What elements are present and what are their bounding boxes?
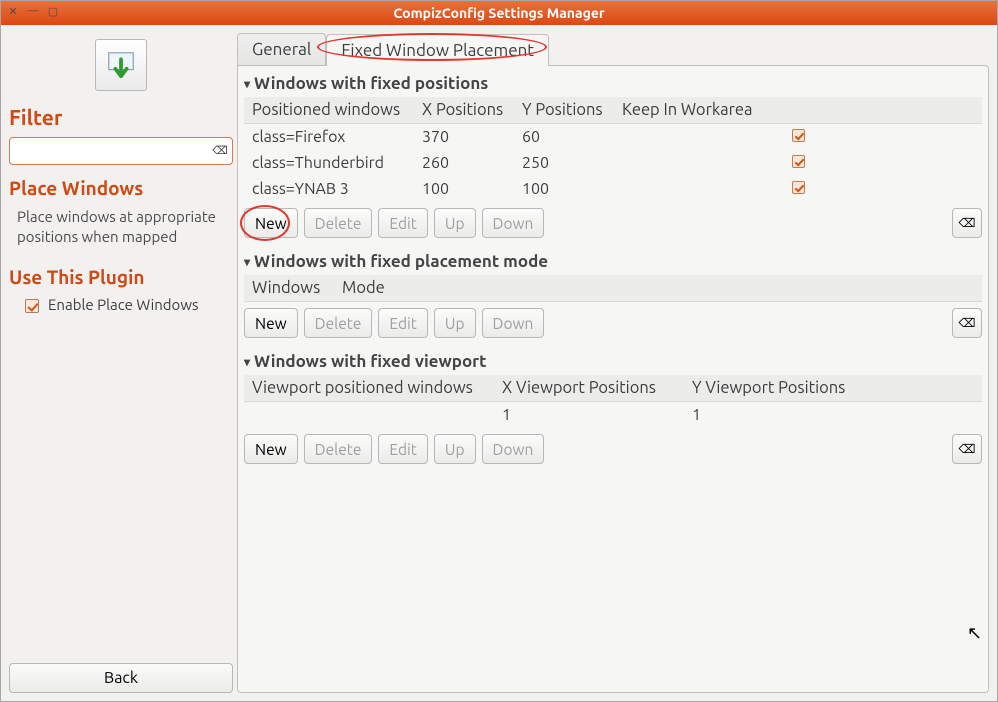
use-plugin-heading: Use This Plugin — [9, 266, 233, 288]
mode-table[interactable]: Windows Mode — [244, 275, 982, 302]
edit-button[interactable]: Edit — [378, 208, 427, 238]
col-y-positions[interactable]: Y Positions — [514, 97, 614, 124]
minimize-icon[interactable]: — — [25, 3, 41, 19]
section-placement-mode-header[interactable]: ▾ Windows with fixed placement mode — [244, 250, 982, 275]
positions-table[interactable]: Positioned windows X Positions Y Positio… — [244, 97, 982, 202]
titlebar: ✕ — ▢ CompizConfig Settings Manager — [1, 1, 997, 25]
delete-button[interactable]: Delete — [304, 434, 373, 464]
filter-heading: Filter — [9, 105, 233, 129]
col-positioned-windows[interactable]: Positioned windows — [244, 97, 414, 124]
section-placement-mode-title: Windows with fixed placement mode — [254, 252, 548, 271]
col-mode[interactable]: Mode — [334, 275, 982, 302]
enable-plugin-checkbox[interactable] — [25, 299, 39, 313]
delete-button[interactable]: Delete — [304, 208, 373, 238]
reset-button[interactable]: ⌫ — [952, 308, 982, 338]
plugin-heading: Place Windows — [9, 177, 233, 199]
section-fixed-positions: ▾ Windows with fixed positions Positione… — [244, 72, 982, 238]
table-row[interactable]: class=Thunderbird 260 250 — [244, 150, 982, 176]
edit-button[interactable]: Edit — [378, 308, 427, 338]
up-button[interactable]: Up — [434, 434, 476, 464]
expander-icon: ▾ — [244, 77, 250, 91]
enable-plugin-label: Enable Place Windows — [48, 296, 198, 313]
reset-button[interactable]: ⌫ — [952, 434, 982, 464]
section-viewport-header[interactable]: ▾ Windows with fixed viewport — [244, 350, 982, 375]
delete-button[interactable]: Delete — [304, 308, 373, 338]
col-x-viewport[interactable]: X Viewport Positions — [494, 375, 684, 402]
plugin-description: Place windows at appropriate positions w… — [9, 207, 233, 262]
tab-general[interactable]: General — [237, 33, 326, 65]
col-y-viewport[interactable]: Y Viewport Positions — [684, 375, 982, 402]
keep-checkbox[interactable] — [792, 181, 805, 194]
section-placement-mode: ▾ Windows with fixed placement mode Wind… — [244, 250, 982, 338]
col-viewport-windows[interactable]: Viewport positioned windows — [244, 375, 494, 402]
col-x-positions[interactable]: X Positions — [414, 97, 514, 124]
table-row[interactable]: 1 1 — [244, 402, 982, 429]
back-button[interactable]: Back — [9, 663, 233, 693]
col-windows[interactable]: Windows — [244, 275, 334, 302]
edit-button[interactable]: Edit — [378, 434, 427, 464]
section-fixed-positions-header[interactable]: ▾ Windows with fixed positions — [244, 72, 982, 97]
new-button[interactable]: New — [244, 308, 298, 338]
new-button[interactable]: New — [244, 208, 298, 238]
main-area: General Fixed Window Placement ▾ Windows… — [237, 33, 989, 693]
close-icon[interactable]: ✕ — [5, 3, 21, 19]
expander-icon: ▾ — [244, 255, 250, 269]
reset-button[interactable]: ⌫ — [952, 208, 982, 238]
plugin-icon[interactable] — [95, 39, 147, 91]
down-button[interactable]: Down — [482, 208, 545, 238]
sidebar: Filter ⌫ Place Windows Place windows at … — [9, 33, 233, 693]
col-keep-in-workarea[interactable]: Keep In Workarea — [614, 97, 982, 124]
keep-checkbox[interactable] — [792, 155, 805, 168]
table-row[interactable]: class=YNAB 3 100 100 — [244, 176, 982, 202]
clear-filter-icon[interactable]: ⌫ — [211, 141, 229, 159]
window-title: CompizConfig Settings Manager — [393, 5, 604, 21]
new-button[interactable]: New — [244, 434, 298, 464]
tab-fixed-window-placement[interactable]: Fixed Window Placement — [326, 34, 549, 66]
down-button[interactable]: Down — [482, 434, 545, 464]
filter-input[interactable] — [9, 137, 233, 165]
expander-icon: ▾ — [244, 355, 250, 369]
down-button[interactable]: Down — [482, 308, 545, 338]
section-viewport-title: Windows with fixed viewport — [254, 352, 486, 371]
up-button[interactable]: Up — [434, 308, 476, 338]
keep-checkbox[interactable] — [792, 129, 805, 142]
maximize-icon[interactable]: ▢ — [45, 3, 61, 19]
up-button[interactable]: Up — [434, 208, 476, 238]
section-fixed-positions-title: Windows with fixed positions — [254, 74, 488, 93]
section-viewport: ▾ Windows with fixed viewport Viewport p… — [244, 350, 982, 464]
table-row[interactable]: class=Firefox 370 60 — [244, 124, 982, 151]
viewport-table[interactable]: Viewport positioned windows X Viewport P… — [244, 375, 982, 428]
